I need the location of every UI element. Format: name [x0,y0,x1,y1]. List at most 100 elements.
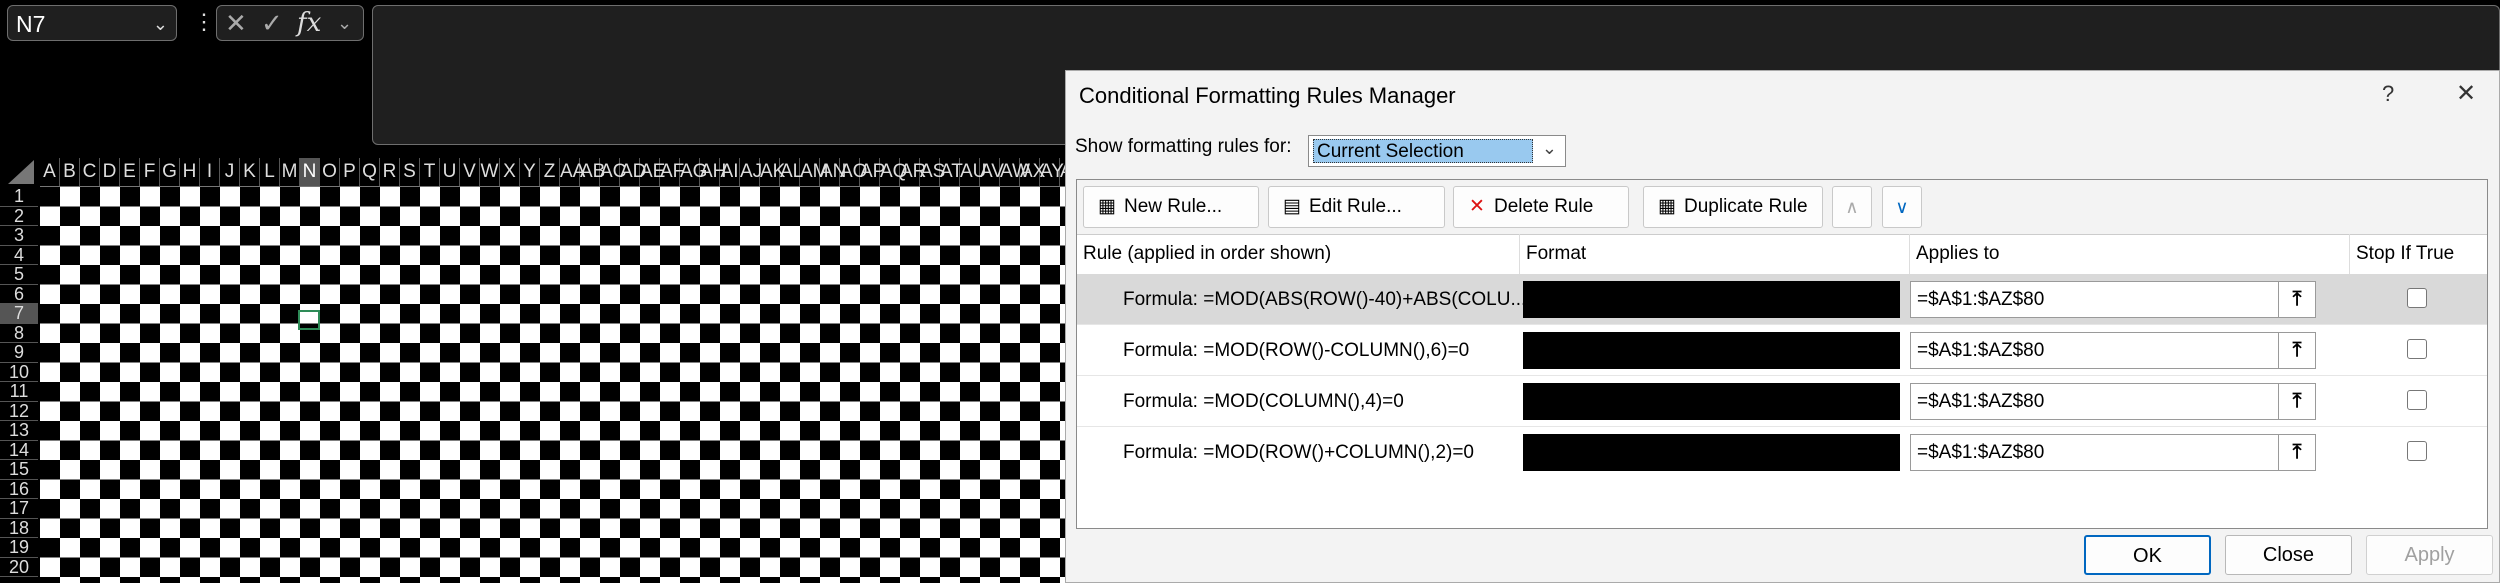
row-header[interactable]: 8 [0,323,38,343]
row-header[interactable]: 14 [0,440,38,460]
collapse-range-icon[interactable]: ⤒ [2278,384,2315,419]
row-header[interactable]: 9 [0,342,38,363]
column-header[interactable]: AT [940,158,963,186]
close-button[interactable]: Close [2225,535,2352,575]
column-header[interactable]: AW [1000,158,1030,186]
stop-if-true-checkbox[interactable] [2407,339,2427,359]
chevron-down-icon[interactable]: ⌄ [337,8,352,38]
column-header[interactable]: C [80,158,100,186]
cell-grid[interactable] [40,187,1065,583]
cancel-icon[interactable]: ✕ [225,8,247,38]
column-header[interactable]: W [480,158,500,186]
ok-button[interactable]: OK [2084,535,2211,575]
duplicate-rule-button[interactable]: ▦ Duplicate Rule [1643,186,1823,228]
row-header[interactable]: 3 [0,225,38,246]
edit-rule-button[interactable]: ▤ Edit Rule... [1268,186,1445,228]
column-header[interactable]: J [220,158,240,186]
column-header[interactable]: K [240,158,260,186]
column-header[interactable]: H [180,158,200,186]
row-header[interactable]: 13 [0,420,38,441]
column-header[interactable]: B [60,158,80,186]
row-header[interactable]: 15 [0,459,38,480]
col-stop-header[interactable]: Stop If True [2350,234,2487,274]
row-header[interactable]: 12 [0,401,38,421]
row-header[interactable]: 5 [0,264,38,285]
column-header[interactable]: AQ [880,158,907,186]
column-header[interactable]: T [420,158,440,186]
chevron-down-icon[interactable]: ⌄ [153,6,168,42]
column-header[interactable]: AG [680,158,707,186]
column-header[interactable]: AL [780,158,803,186]
column-header[interactable]: AE [640,158,665,186]
row-header[interactable]: 6 [0,284,38,304]
help-icon[interactable]: ? [2382,81,2394,107]
collapse-range-icon[interactable]: ⤒ [2278,282,2315,317]
applies-to-field[interactable]: =$A$1:$AZ$80 ⤒ [1910,332,2316,369]
column-header[interactable]: AH [700,158,726,186]
column-header[interactable]: N [300,158,320,186]
column-header[interactable]: AF [660,158,684,186]
column-header[interactable]: AX [1020,158,1045,186]
vertical-ellipsis-icon[interactable]: ⋮ [193,8,215,36]
applies-to-field[interactable]: =$A$1:$AZ$80 ⤒ [1910,383,2316,420]
stop-if-true-checkbox[interactable] [2407,288,2427,308]
row-header[interactable]: 10 [0,362,38,382]
close-icon[interactable]: ✕ [2456,79,2476,108]
column-header[interactable]: G [160,158,180,186]
column-header[interactable]: M [280,158,300,186]
column-header[interactable]: AO [840,158,867,186]
column-header[interactable]: X [500,158,520,186]
move-up-button[interactable]: ∧ [1832,186,1872,228]
column-header[interactable]: AU [960,158,986,186]
column-header[interactable]: AC [600,158,626,186]
col-format-header[interactable]: Format [1520,234,1910,274]
column-header[interactable]: AM [800,158,829,186]
column-header[interactable]: AB [580,158,605,186]
row-header[interactable]: 1 [0,186,38,207]
column-header[interactable]: AY [1040,158,1064,186]
column-header[interactable]: A [40,158,60,186]
column-header[interactable]: P [340,158,360,186]
column-header[interactable]: S [400,158,420,186]
column-header[interactable]: E [120,158,140,186]
column-header[interactable]: AK [760,158,785,186]
stop-if-true-checkbox[interactable] [2407,441,2427,461]
column-header[interactable]: I [200,158,220,186]
column-header[interactable]: AD [620,158,646,186]
column-header[interactable]: AJ [740,158,762,186]
row-header[interactable]: 16 [0,479,38,499]
column-header[interactable]: Y [520,158,540,186]
chevron-down-icon[interactable]: ⌄ [1542,138,1557,159]
col-rule-header[interactable]: Rule (applied in order shown) [1077,234,1520,274]
row-header[interactable]: 11 [0,381,38,402]
new-rule-button[interactable]: ▦ New Rule... [1083,186,1259,228]
name-box[interactable]: N7 ⌄ [7,5,177,41]
row-header[interactable]: 20 [0,557,38,577]
column-header[interactable]: AS [920,158,945,186]
column-header[interactable]: V [460,158,480,186]
column-header[interactable]: AR [900,158,926,186]
column-header[interactable]: R [380,158,400,186]
rule-row[interactable]: Formula: =MOD(ROW()-COLUMN(),6)=0 =$A$1:… [1077,325,2487,376]
row-header[interactable]: 17 [0,498,38,519]
apply-button[interactable]: Apply [2366,535,2493,575]
column-header[interactable]: U [440,158,460,186]
column-header[interactable]: AI [720,158,740,186]
collapse-range-icon[interactable]: ⤒ [2278,435,2315,470]
move-down-button[interactable]: ∨ [1882,186,1922,228]
rule-row[interactable]: Formula: =MOD(ROW()+COLUMN(),2)=0 =$A$1:… [1077,427,2487,478]
rule-row[interactable]: Formula: =MOD(COLUMN(),4)=0 =$A$1:$AZ$80… [1077,376,2487,427]
enter-icon[interactable]: ✓ [261,8,283,38]
col-applies-header[interactable]: Applies to [1910,234,2350,274]
column-header[interactable]: L [260,158,280,186]
row-header[interactable]: 2 [0,206,38,226]
applies-to-field[interactable]: =$A$1:$AZ$80 ⤒ [1910,281,2316,318]
collapse-range-icon[interactable]: ⤒ [2278,333,2315,368]
applies-to-field[interactable]: =$A$1:$AZ$80 ⤒ [1910,434,2316,471]
insert-function-icon[interactable]: fx [297,8,321,38]
column-header[interactable]: Q [360,158,380,186]
show-rules-select[interactable]: Current Selection ⌄ [1308,135,1566,167]
rule-row[interactable]: Formula: =MOD(ABS(ROW()-40)+ABS(COLU... … [1077,274,2487,325]
column-header[interactable]: AN [820,158,846,186]
column-header[interactable]: O [320,158,340,186]
